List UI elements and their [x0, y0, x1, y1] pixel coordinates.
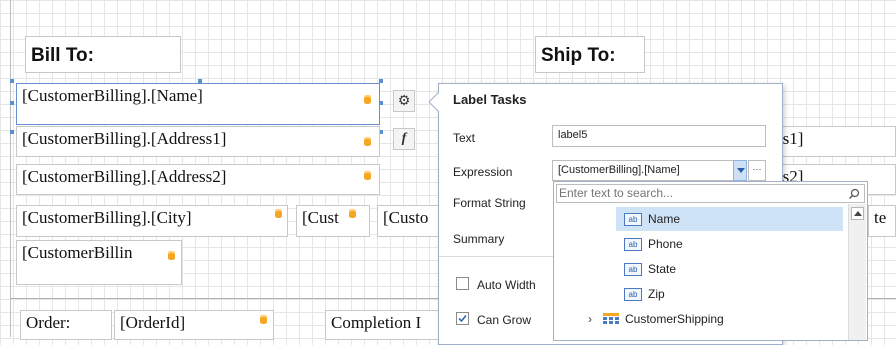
database-icon: [260, 315, 267, 324]
address2-field[interactable]: [CustomerBilling].[Address2]: [16, 164, 380, 195]
completion-field[interactable]: Completion I: [325, 310, 439, 340]
expression-dropdown-button[interactable]: [733, 160, 747, 181]
text-field-icon: ab: [624, 238, 642, 251]
search-input[interactable]: [559, 185, 839, 201]
resize-handle[interactable]: [10, 130, 14, 134]
field-item-label: Phone: [648, 237, 683, 251]
tree-group-customer-shipping[interactable]: › CustomerShipping: [582, 308, 843, 330]
address1-field[interactable]: [CustomerBilling].[Address1]: [16, 126, 380, 157]
state-text: [Cust: [302, 208, 339, 227]
field-item-name[interactable]: ab Name: [616, 207, 843, 231]
billing-text: [CustomerBillin: [22, 243, 133, 262]
expression-input[interactable]: [CustomerBilling].[Name]: [552, 160, 734, 181]
ship-state-field[interactable]: te: [868, 205, 896, 237]
auto-width-checkbox[interactable]: [456, 277, 469, 290]
auto-width-label: Auto Width: [477, 278, 536, 292]
order-label[interactable]: Order:: [20, 310, 112, 340]
ship-state-text: te: [874, 208, 887, 227]
text-input[interactable]: label5: [552, 125, 766, 147]
field-item-label: State: [648, 262, 677, 276]
search-icon: [849, 188, 860, 199]
database-icon: [364, 95, 371, 104]
city-text: [CustomerBilling].[City]: [22, 208, 192, 227]
panel-title: Label Tasks: [453, 92, 527, 107]
can-grow-checkbox[interactable]: [456, 312, 469, 325]
text-field-icon: ab: [624, 263, 642, 276]
text-field-icon: ab: [624, 288, 642, 301]
zip-text: [Custo: [383, 208, 429, 227]
summary-label: Summary: [453, 232, 505, 246]
chevron-down-icon: [737, 168, 745, 173]
database-icon: [364, 171, 371, 180]
address1-text: [CustomerBilling].[Address1]: [22, 129, 227, 148]
expression-text: [CustomerBilling].[Name]: [558, 164, 680, 176]
resize-handle[interactable]: [198, 79, 202, 83]
format-string-label: Format String: [453, 196, 526, 210]
ship-address1-field[interactable]: ss1]: [770, 126, 896, 157]
function-icon[interactable]: f: [393, 128, 415, 150]
customer-name-text: [CustomerBilling].[Name]: [22, 86, 203, 105]
margin-line: [10, 0, 11, 337]
customer-name-field[interactable]: [CustomerBilling].[Name]: [16, 83, 380, 125]
ship-to-label[interactable]: Ship To:: [535, 36, 645, 73]
chevron-up-icon: [854, 211, 862, 216]
order-label-text: Order:: [26, 313, 71, 332]
billing-field[interactable]: [CustomerBillin: [16, 240, 182, 285]
table-icon: [603, 313, 619, 324]
bill-to-label[interactable]: Bill To:: [25, 36, 181, 73]
scroll-up-button[interactable]: [851, 207, 864, 220]
order-id-text: [OrderId]: [120, 313, 186, 332]
chevron-right-icon: ›: [588, 312, 592, 326]
field-item-state[interactable]: ab State: [616, 257, 843, 281]
city-field[interactable]: [CustomerBilling].[City]: [16, 205, 288, 237]
order-id-field[interactable]: [OrderId]: [114, 310, 274, 340]
field-item-label: Zip: [648, 287, 665, 301]
database-icon: [275, 209, 282, 218]
field-item-phone[interactable]: ab Phone: [616, 232, 843, 256]
gear-icon[interactable]: ⚙: [393, 90, 415, 112]
resize-handle[interactable]: [379, 79, 383, 83]
zip-field[interactable]: [Custo: [377, 205, 439, 237]
field-item-zip[interactable]: ab Zip: [616, 282, 843, 306]
function-glyph: f: [401, 131, 407, 146]
search-box[interactable]: [556, 184, 865, 203]
text-label: Text: [453, 131, 476, 145]
can-grow-label: Can Grow: [477, 313, 532, 327]
expression-editor-button[interactable]: ···: [748, 160, 766, 181]
field-picker-dropdown: ab Name ab Phone ab State ab Zip › Custo…: [553, 181, 868, 341]
database-icon: [168, 251, 175, 260]
resize-handle[interactable]: [10, 101, 14, 105]
text-field-icon: ab: [624, 213, 642, 226]
database-icon: [349, 209, 356, 218]
database-icon: [364, 137, 371, 146]
completion-text: Completion I: [331, 313, 422, 332]
resize-handle[interactable]: [379, 101, 383, 105]
ellipsis-icon: ···: [752, 164, 762, 174]
resize-handle[interactable]: [10, 79, 14, 83]
tree-group-label: CustomerShipping: [625, 312, 724, 326]
expression-label: Expression: [453, 165, 513, 179]
field-item-label: Name: [648, 212, 681, 226]
address2-text: [CustomerBilling].[Address2]: [22, 167, 227, 186]
check-icon: [458, 315, 467, 323]
panel-pointer: [428, 92, 440, 112]
state-field[interactable]: [Cust: [296, 205, 370, 237]
dropdown-scrollbar[interactable]: [848, 204, 866, 340]
